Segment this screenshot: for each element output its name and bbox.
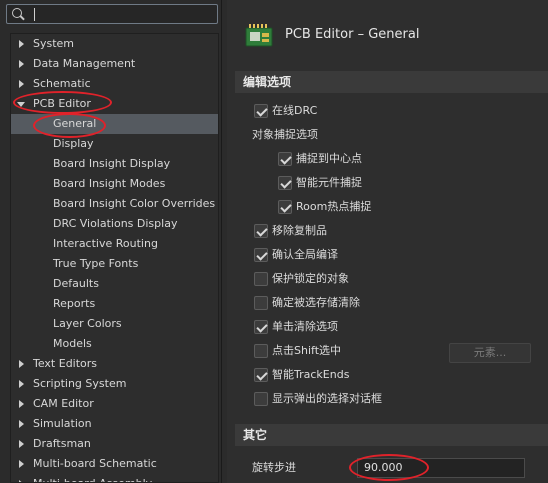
tree-item-board-insight-modes[interactable]: Board Insight Modes — [11, 174, 218, 194]
tree-item-label: Defaults — [53, 277, 99, 290]
tree-item-label: Board Insight Display — [53, 157, 171, 170]
tree-item-label: Reports — [53, 297, 96, 310]
collapsed-arrow-icon[interactable] — [19, 400, 24, 408]
tree-item-label: Models — [53, 337, 92, 350]
rotation-step-label: 旋转步进 — [252, 461, 296, 474]
page-title: PCB Editor – General — [285, 27, 420, 42]
snap-center-checkbox[interactable] — [278, 152, 292, 166]
tree-item-label: General — [53, 117, 97, 130]
tree-item-label: Display — [53, 137, 94, 150]
section-other: 其它 — [235, 424, 548, 446]
settings-panel: PCB Editor – General 编辑选项 在线DRC 对象捕捉选项 捕… — [227, 0, 548, 483]
smart-component-snap-checkbox[interactable] — [278, 176, 292, 190]
expanded-arrow-icon[interactable] — [17, 102, 25, 107]
confirm-selection-clear-checkbox[interactable] — [254, 296, 268, 310]
search-icon — [12, 8, 22, 18]
tree-item-drc-violations-display[interactable]: DRC Violations Display — [11, 214, 218, 234]
tree-item-label: Board Insight Modes — [53, 177, 166, 190]
tree-item-scripting-system[interactable]: Scripting System — [11, 374, 218, 394]
protect-locked-checkbox[interactable] — [254, 272, 268, 286]
tree-item-schematic[interactable]: Schematic — [11, 74, 218, 94]
tree-item-board-insight-display[interactable]: Board Insight Display — [11, 154, 218, 174]
confirm-global-edit-checkbox[interactable] — [254, 248, 268, 262]
tree-item-true-type-fonts[interactable]: True Type Fonts — [11, 254, 218, 274]
tree-item-label: Schematic — [33, 77, 91, 90]
tree-item-interactive-routing[interactable]: Interactive Routing — [11, 234, 218, 254]
tree-item-label: Draftsman — [33, 437, 91, 450]
tree-item-cam-editor[interactable]: CAM Editor — [11, 394, 218, 414]
tree-item-label: PCB Editor — [33, 97, 91, 110]
smart-trackends-checkbox[interactable] — [254, 368, 268, 382]
preferences-tree: System Data Management Schematic PCB Editor… — [10, 33, 219, 483]
tree-item-models[interactable]: Models — [11, 334, 218, 354]
tree-item-label: Text Editors — [33, 357, 98, 370]
tree-item-label: DRC Violations Display — [53, 217, 178, 230]
collapsed-arrow-icon[interactable] — [19, 460, 24, 468]
tree-item-multi-board-assembly[interactable]: Multi-board Assembly — [11, 474, 218, 482]
tree-item-display[interactable]: Display — [11, 134, 218, 154]
snap-options-label: 对象捕捉选项 — [252, 128, 318, 141]
tree-item-defaults[interactable]: Defaults — [11, 274, 218, 294]
shift-click-select-checkbox[interactable] — [254, 344, 268, 358]
search-box[interactable] — [6, 4, 218, 24]
tree-item-label: Board Insight Color Overrides — [53, 197, 216, 210]
tree-item-label: Multi-board Assembly — [33, 477, 152, 482]
section-edit-options: 编辑选项 — [235, 71, 548, 93]
tree-item-layer-colors[interactable]: Layer Colors — [11, 314, 218, 334]
tree-item-draftsman[interactable]: Draftsman — [11, 434, 218, 454]
rotation-step-input[interactable]: 90.000 — [357, 458, 525, 478]
collapsed-arrow-icon[interactable] — [19, 40, 24, 48]
tree-item-pcb-editor[interactable]: PCB Editor — [11, 94, 218, 114]
tree-item-label: CAM Editor — [33, 397, 94, 410]
remove-duplicates-checkbox[interactable] — [254, 224, 268, 238]
tree-item-system[interactable]: System — [11, 34, 218, 54]
tree-item-label: Scripting System — [33, 377, 127, 390]
click-clears-selection-checkbox[interactable] — [254, 320, 268, 334]
tree-item-text-editors[interactable]: Text Editors — [11, 354, 218, 374]
collapsed-arrow-icon[interactable] — [19, 360, 24, 368]
tree-item-label: Simulation — [33, 417, 92, 430]
tree-item-label: Layer Colors — [53, 317, 122, 330]
collapsed-arrow-icon[interactable] — [19, 60, 24, 68]
tree-item-multi-board-schematic[interactable]: Multi-board Schematic — [11, 454, 218, 474]
tree-item-reports[interactable]: Reports — [11, 294, 218, 314]
room-hotspot-snap-checkbox[interactable] — [278, 200, 292, 214]
tree-item-label: System — [33, 37, 75, 50]
tree-item-board-insight-color-overrides[interactable]: Board Insight Color Overrides — [11, 194, 218, 214]
preferences-tree-pane: System Data Management Schematic PCB Editor… — [0, 0, 222, 483]
collapsed-arrow-icon[interactable] — [19, 80, 24, 88]
tree-item-data-management[interactable]: Data Management — [11, 54, 218, 74]
tree-item-label: Data Management — [33, 57, 136, 70]
collapsed-arrow-icon[interactable] — [19, 380, 24, 388]
show-selection-dialog-checkbox[interactable] — [254, 392, 268, 406]
tree-item-simulation[interactable]: Simulation — [11, 414, 218, 434]
elements-button[interactable]: 元素... — [449, 343, 531, 363]
tree-item-label: Interactive Routing — [53, 237, 158, 250]
tree-item-general[interactable]: General — [11, 114, 218, 134]
pcb-board-icon — [245, 24, 273, 47]
collapsed-arrow-icon[interactable] — [19, 440, 24, 448]
tree-item-label: Multi-board Schematic — [33, 457, 157, 470]
tree-item-label: True Type Fonts — [53, 257, 139, 270]
online-drc-checkbox[interactable] — [254, 104, 268, 118]
collapsed-arrow-icon[interactable] — [19, 420, 24, 428]
search-input[interactable] — [35, 5, 215, 23]
